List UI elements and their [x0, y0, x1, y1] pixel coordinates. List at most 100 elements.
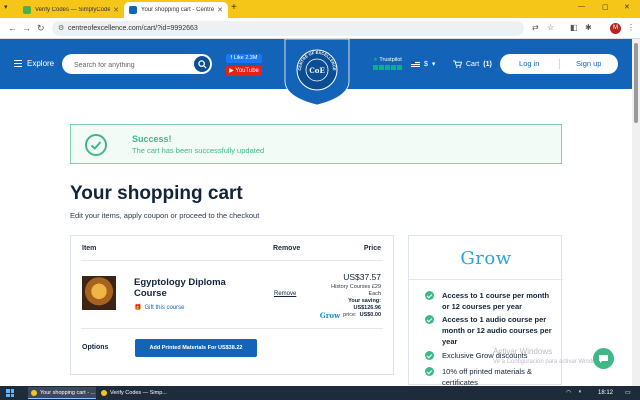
currency-label: $ — [424, 60, 428, 68]
reload-icon[interactable]: ↻ — [37, 23, 45, 34]
minimize-icon[interactable]: — — [578, 3, 585, 10]
success-message: The cart has been successfully updated — [132, 146, 265, 155]
trustpilot-star-icon: ★ — [373, 57, 378, 63]
page-subtitle: Edit your items, apply coupon or proceed… — [70, 211, 260, 220]
translate-icon[interactable]: ⇄ — [532, 23, 539, 32]
success-title: Success! — [132, 134, 172, 144]
page-title: Your shopping cart — [70, 183, 243, 204]
scrollbar-thumb[interactable] — [634, 43, 638, 123]
bookmark-star-icon[interactable]: ☆ — [547, 23, 554, 32]
profile-avatar[interactable]: M — [610, 23, 621, 34]
browser-icon — [101, 390, 107, 396]
site-info-icon[interactable]: ⚙ — [58, 21, 64, 36]
hamburger-icon — [14, 60, 22, 67]
divider — [409, 279, 563, 280]
original-price-line: History Courses £29 — [331, 284, 381, 290]
column-header-item: Item — [82, 245, 97, 252]
price-details: US$37.57 History Courses £29 Each Your s… — [320, 272, 381, 319]
check-icon — [425, 351, 434, 360]
extensions-puzzle-icon[interactable]: ✱ — [585, 23, 592, 32]
simplycodes-favicon-icon — [23, 6, 31, 14]
watermark-message: Ve a Configuración para activar Windows. — [493, 359, 605, 365]
notifications-icon[interactable]: ▭ — [625, 389, 633, 397]
back-icon[interactable]: ← — [8, 23, 17, 33]
original-price-unit: Each — [368, 291, 381, 297]
grow-price-label: price: — [343, 312, 357, 318]
forward-icon[interactable]: → — [22, 23, 31, 33]
signup-button[interactable]: Sign up — [560, 54, 619, 74]
close-tab-icon[interactable]: ✕ — [113, 6, 119, 14]
tab-title: Verify Codes — SimplyCodes — [35, 7, 111, 13]
benefit-text: Access to 1 course per month or 12 cours… — [442, 291, 550, 311]
windows-activation-watermark: Activar Windows Ve a Configuración para … — [493, 346, 604, 368]
cart-link[interactable]: Cart (1) — [453, 60, 492, 68]
facebook-label: Like 2.3M — [233, 55, 258, 61]
benefit-item: Access to 1 course per month or 12 cours… — [425, 290, 554, 312]
url-field[interactable]: ⚙ centreofexcellence.com/cart/?id=999266… — [52, 21, 524, 36]
search-button[interactable] — [194, 56, 210, 72]
explore-menu-button[interactable]: Explore — [14, 59, 54, 68]
youtube-button[interactable]: ▶ YouTube — [226, 66, 262, 76]
course-thumbnail[interactable] — [82, 276, 116, 310]
course-title-link[interactable]: Egyptology Diploma Course — [134, 277, 254, 299]
crest-monogram: CoE — [309, 66, 325, 75]
search-box — [62, 54, 212, 76]
trustpilot-rating[interactable]: ★ Trustpilot — [373, 57, 402, 70]
success-notice: Success! The cart has been successfully … — [70, 124, 562, 164]
browser-tab-verify-codes[interactable]: Verify Codes — SimplyCodes ✕ — [18, 2, 124, 18]
divider — [81, 328, 383, 329]
close-window-icon[interactable]: ✕ — [624, 3, 630, 11]
remove-item-link[interactable]: Remove — [274, 291, 296, 297]
grow-mini-logo: Grow — [319, 311, 341, 320]
saving-label: Your saving: — [348, 298, 381, 304]
watermark-title: Activar Windows — [493, 347, 553, 356]
add-printed-materials-button[interactable]: Add Printed Materials For US$38.22 — [135, 339, 257, 357]
check-icon — [425, 291, 434, 300]
maximize-icon[interactable]: ▢ — [602, 3, 609, 11]
explore-label: Explore — [27, 59, 55, 68]
trustpilot-stars — [373, 65, 402, 70]
check-circle-icon — [85, 134, 107, 156]
browser-menu-icon[interactable]: ⋮ — [627, 23, 635, 32]
gift-course-link[interactable]: 🎁 Gift this course — [134, 304, 185, 312]
grow-logo[interactable]: Grow — [409, 248, 563, 269]
extension-icon[interactable]: ◧ — [570, 23, 578, 32]
wifi-icon[interactable]: ◠ — [566, 389, 574, 397]
volume-icon[interactable]: ◖ — [578, 389, 586, 397]
windows-start-icon[interactable] — [6, 389, 14, 397]
cart-icon — [453, 60, 462, 68]
check-icon — [425, 367, 434, 376]
browser-tab-shopping-cart[interactable]: Your shopping cart - Centre of E ✕ — [124, 2, 228, 18]
chat-button[interactable] — [593, 348, 614, 369]
search-input[interactable] — [62, 55, 187, 76]
tab-title: Your shopping cart - Centre of E — [141, 7, 215, 13]
divider — [81, 260, 383, 261]
cart-count: (1) — [483, 60, 492, 68]
taskbar-item-label: Your shopping cart - ... — [40, 390, 96, 396]
new-tab-icon[interactable]: + — [231, 2, 237, 13]
grow-price-value: US$0.00 — [359, 312, 381, 318]
search-icon — [197, 59, 207, 69]
trustpilot-label: Trustpilot — [379, 57, 402, 63]
login-button[interactable]: Log in — [500, 54, 559, 74]
taskbar-item-verify-codes[interactable]: Verify Codes — Simp... — [98, 387, 168, 399]
chevron-down-icon: ▾ — [431, 61, 436, 68]
chat-icon — [599, 354, 608, 363]
gift-icon: 🎁 — [134, 305, 142, 311]
close-tab-icon[interactable]: ✕ — [217, 6, 223, 14]
tab-search-icon[interactable]: ▾ — [4, 3, 8, 11]
auth-buttons: Log in Sign up — [500, 54, 618, 74]
url-text: centreofexcellence.com/cart/?id=9992663 — [68, 25, 198, 32]
cart-label: Cart — [466, 60, 480, 68]
benefit-item: Access to 1 audio course per month or 12… — [425, 314, 554, 347]
taskbar-item-shopping-cart[interactable]: Your shopping cart - ... — [28, 387, 96, 399]
currency-selector[interactable]: $ ▾ — [411, 60, 435, 68]
browser-icon — [31, 390, 37, 396]
taskbar-clock[interactable]: 18:12 — [598, 386, 613, 400]
column-header-remove: Remove — [273, 245, 301, 252]
gift-label: Gift this course — [144, 304, 185, 311]
facebook-like-button[interactable]: f Like 2.3M — [226, 54, 262, 63]
us-flag-icon — [411, 61, 420, 67]
item-price: US$37.57 — [343, 272, 381, 282]
coe-crest-logo[interactable]: CENTRE OF EXCELLENCE CoE — [283, 39, 351, 105]
